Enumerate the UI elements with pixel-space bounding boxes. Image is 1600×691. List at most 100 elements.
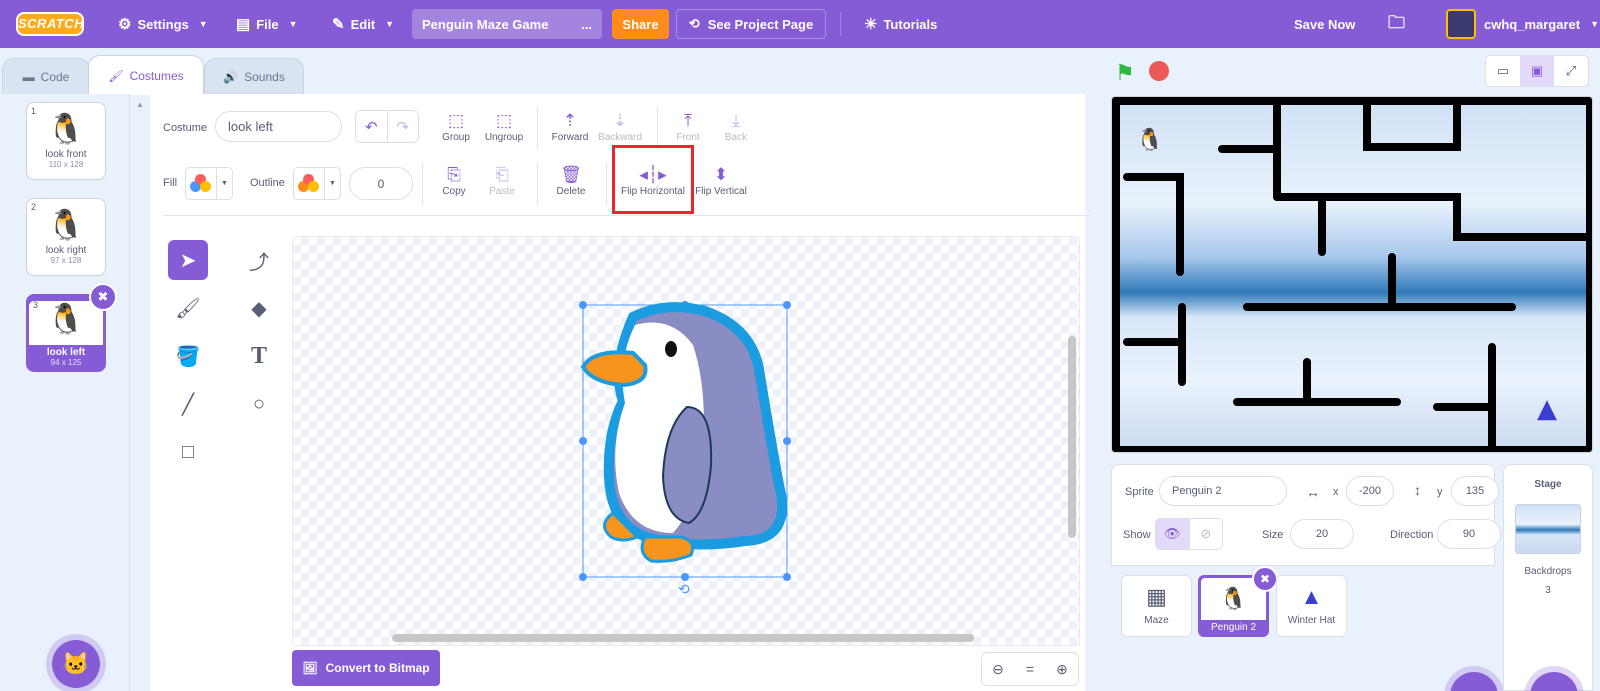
zoom-in-icon[interactable]: ⊕ — [1046, 653, 1078, 685]
menu-divider — [840, 12, 841, 36]
zoom-reset-button[interactable]: = — [1014, 653, 1046, 685]
backdrops-count: 3 — [1545, 585, 1551, 596]
tab-sounds[interactable]: 🔊 Sounds — [204, 58, 304, 95]
flip-vertical-button[interactable]: ⬍ Flip Vertical — [690, 164, 752, 197]
username: cwhq_margaret — [1484, 16, 1581, 32]
gear-icon: ⚙ — [118, 16, 132, 33]
outline-color-picker[interactable]: ▼ — [293, 167, 341, 200]
sprite-tile[interactable]: ▦ Maze — [1121, 575, 1192, 637]
add-costume-button[interactable]: 🐱 — [52, 640, 100, 688]
see-project-page-button[interactable]: ⟲ See Project Page — [676, 9, 826, 39]
green-flag-icon[interactable]: ⚑ — [1115, 60, 1135, 86]
redo-icon[interactable]: ↷ — [386, 111, 419, 142]
paint-canvas[interactable]: ⟲ — [292, 236, 1080, 646]
file-menu[interactable]: ▤ File ▼ — [236, 0, 298, 48]
forward-button[interactable]: ⇡ Forward — [542, 110, 598, 143]
select-tool[interactable]: ➤ — [168, 240, 208, 280]
convert-label: Convert to Bitmap — [325, 661, 430, 675]
stage-target-pane[interactable]: Stage Backdrops 3 — [1503, 464, 1593, 691]
text-tool[interactable]: T — [239, 336, 279, 376]
edit-label: Edit — [350, 16, 376, 32]
avatar[interactable] — [1446, 9, 1476, 39]
fill-tool[interactable]: 🪣 — [168, 336, 208, 376]
chevron-down-icon: ▼ — [385, 19, 395, 29]
convert-to-bitmap-button[interactable]: 🖼 Convert to Bitmap — [292, 650, 440, 686]
canvas-vertical-scrollbar[interactable] — [1068, 336, 1076, 538]
eraser-tool[interactable]: ◆ — [239, 288, 279, 328]
y-input[interactable]: 135 — [1451, 476, 1499, 506]
penguin-costume-drawing[interactable]: ⟲ — [293, 237, 1080, 646]
account-menu[interactable]: cwhq_margaret ▼ — [1484, 0, 1599, 48]
undo-icon[interactable]: ↶ — [356, 111, 387, 142]
costume-number: 3 — [33, 300, 39, 310]
ungroup-label: Ungroup — [484, 132, 524, 143]
code-icon: ▬ — [22, 70, 35, 84]
edit-menu[interactable]: ✎ Edit ▼ — [332, 0, 394, 48]
sprite-name-input[interactable]: Penguin 2 — [1159, 476, 1287, 506]
backward-button[interactable]: ⇣ Backward — [592, 110, 648, 143]
sprite-tile-selected[interactable]: 🐧 Penguin 2 ✖ — [1198, 566, 1278, 637]
costume-number: 2 — [31, 202, 37, 212]
reshape-tool[interactable]: ⤴ — [239, 240, 279, 280]
direction-input[interactable]: 90 — [1437, 519, 1501, 549]
costume-name-input[interactable]: look left — [215, 111, 342, 142]
costume-list: 1 🐧 look front 110 x 128 2 🐧 look right … — [0, 94, 130, 691]
share-button[interactable]: Share — [612, 9, 669, 39]
project-title-input[interactable]: Penguin Maze Game ... — [412, 9, 602, 39]
toolbar-separator — [657, 106, 658, 150]
line-tool[interactable]: ╱ — [168, 384, 208, 424]
brush-tool[interactable]: 🖌 — [168, 288, 208, 328]
tutorials-button[interactable]: ☀ Tutorials — [864, 0, 937, 48]
outline-swatch — [294, 168, 324, 199]
settings-menu[interactable]: ⚙ Settings ▼ — [118, 0, 208, 48]
ungroup-button[interactable]: ⬚ Ungroup — [476, 110, 532, 143]
scroll-up-arrow-icon[interactable]: ▲ — [136, 100, 144, 109]
fill-color-picker[interactable]: ▼ — [185, 167, 233, 200]
paste-icon: ⎗ — [495, 165, 509, 184]
penguin-right-thumbnail: 🐧 — [47, 209, 85, 242]
costume-item-selected[interactable]: 3 🐧 look left 94 x 125 ✖ — [26, 283, 117, 372]
paint-bucket-icon: 🪣 — [175, 345, 201, 368]
stage-canvas[interactable]: 🐧 ▲ — [1111, 96, 1593, 453]
svg-text:⟲: ⟲ — [678, 582, 690, 598]
circle-tool[interactable]: ○ — [239, 384, 279, 424]
chevron-down-icon: ▼ — [198, 19, 208, 29]
tab-code-label: Code — [40, 70, 70, 84]
line-icon: ╱ — [181, 393, 195, 416]
ungroup-icon: ⬚ — [495, 111, 513, 130]
costume-item[interactable]: 2 🐧 look right 97 x 128 — [26, 198, 106, 276]
refresh-icon: ⟲ — [688, 16, 700, 31]
small-stage-icon[interactable]: ▭ — [1486, 56, 1520, 86]
show-label: Show — [1123, 529, 1151, 541]
back-icon: ⤓ — [732, 111, 740, 130]
eye-slash-icon[interactable]: ⊘ — [1188, 519, 1223, 549]
delete-sprite-icon[interactable]: ✖ — [1252, 566, 1278, 592]
arrow-icon: ➤ — [179, 249, 197, 272]
tab-code[interactable]: ▬ Code — [2, 58, 90, 95]
fullscreen-icon[interactable]: ⤢ — [1554, 56, 1588, 86]
stop-icon[interactable] — [1149, 61, 1169, 81]
paste-button[interactable]: ⎗ Paste — [474, 164, 530, 197]
delete-costume-icon[interactable]: ✖ — [89, 283, 117, 311]
visibility-toggle: 👁 ⊘ — [1155, 518, 1223, 550]
scratch-logo[interactable]: SCRATCH — [16, 12, 84, 36]
group-label: Group — [442, 132, 470, 143]
folder-icon[interactable]: 🗀 — [1388, 0, 1405, 48]
outline-width-input[interactable]: 0 — [349, 167, 413, 200]
costume-item[interactable]: 1 🐧 look front 110 x 128 — [26, 102, 106, 180]
back-button[interactable]: ⤓ Back — [708, 110, 764, 143]
rectangle-tool[interactable]: □ — [168, 432, 208, 472]
size-input[interactable]: 20 — [1290, 519, 1354, 549]
chevron-down-icon: ▼ — [324, 168, 340, 199]
tab-costumes[interactable]: 🖌 Costumes — [88, 55, 204, 95]
reshape-icon: ⤴ — [249, 251, 269, 274]
sprite-tile[interactable]: ▲ Winter Hat — [1276, 575, 1347, 637]
save-now-button[interactable]: Save Now — [1294, 0, 1355, 48]
delete-button[interactable]: 🗑 Delete — [543, 164, 599, 197]
x-input[interactable]: -200 — [1346, 476, 1394, 506]
zoom-out-icon[interactable]: ⊖ — [982, 653, 1014, 685]
toolbar-separator — [422, 162, 423, 206]
normal-stage-icon[interactable]: ▣ — [1520, 56, 1554, 86]
eye-icon[interactable]: 👁 — [1156, 519, 1189, 549]
canvas-horizontal-scrollbar[interactable] — [392, 634, 974, 642]
